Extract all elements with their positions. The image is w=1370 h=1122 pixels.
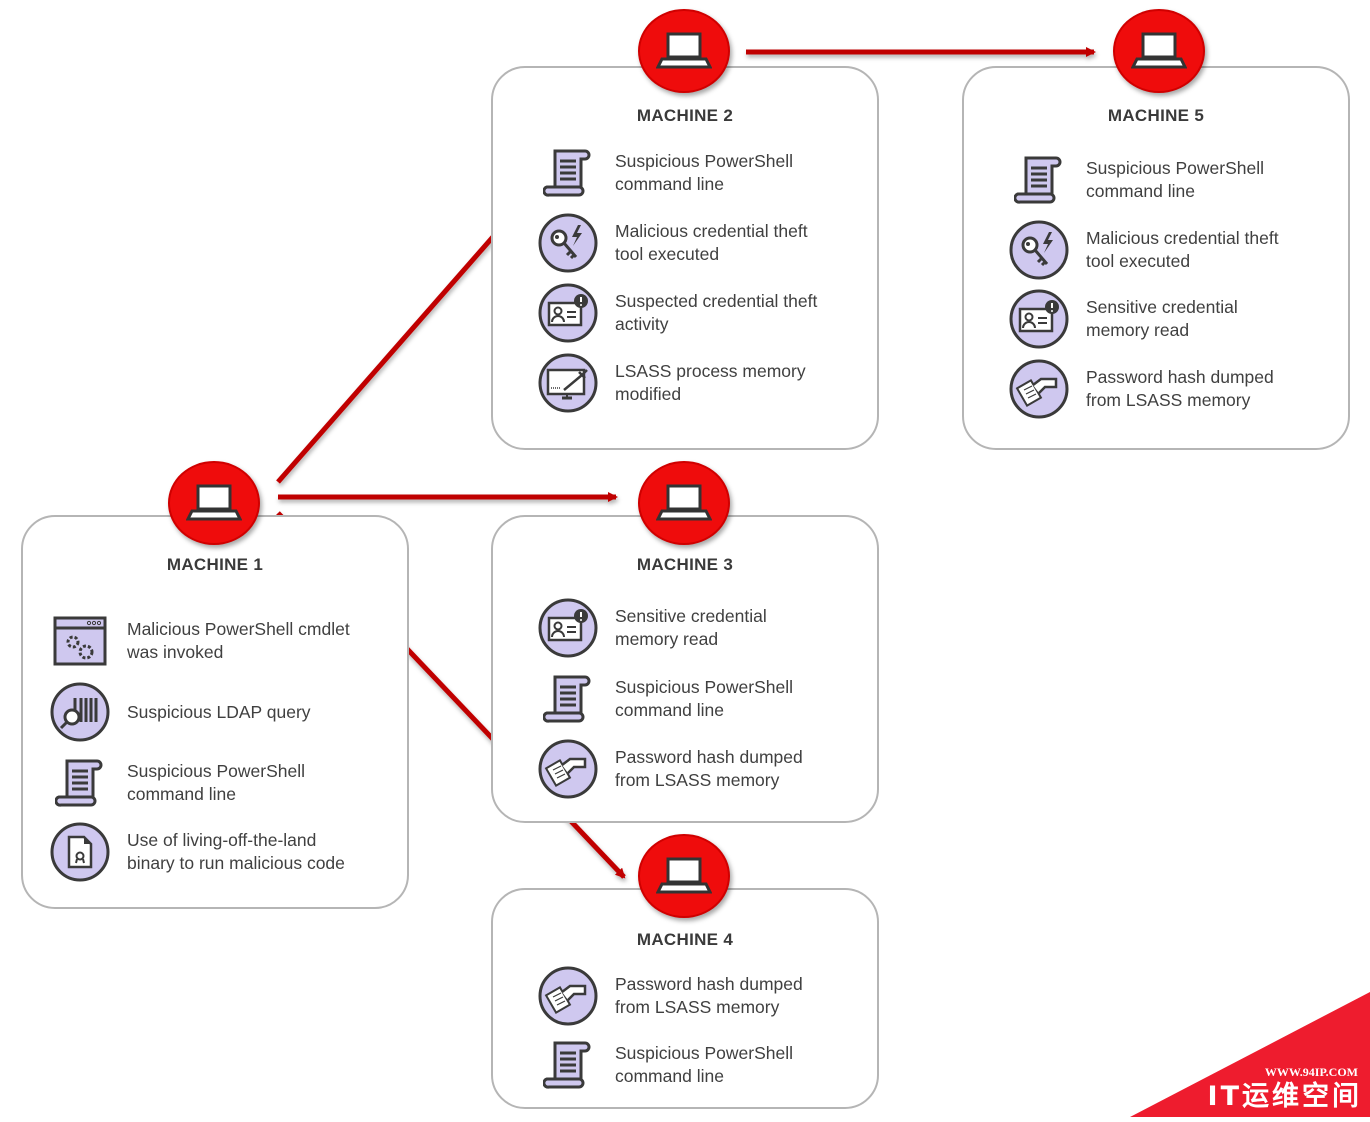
hand-document-icon [537, 738, 599, 800]
machine-title: MACHINE 4 [636, 930, 734, 949]
machine-node-5[interactable] [1113, 9, 1205, 93]
alert-text: Password hash dumped from LSASS memory [1086, 367, 1274, 410]
alert-item[interactable]: Password hash dumped from LSASS memory [537, 965, 803, 1027]
laptop-icon [186, 484, 242, 521]
machine-node-2[interactable] [638, 9, 730, 93]
machine-card-5: MACHINE 5 Suspicious PowerShell command … [962, 66, 1350, 450]
alert-text: Suspicious LDAP query [127, 701, 311, 722]
monitor-syringe-icon [537, 352, 599, 414]
alert-text: Suspected credential theft activity [615, 291, 818, 334]
machine-node-3[interactable] [638, 461, 730, 545]
machine-title: MACHINE 2 [636, 106, 734, 125]
laptop-icon [656, 857, 712, 894]
certificate-file-icon [49, 821, 111, 883]
alert-text: Suspicious PowerShell command line [615, 677, 794, 720]
machine-title: MACHINE 5 [1107, 106, 1205, 125]
key-lightning-icon [1008, 219, 1070, 281]
alert-item[interactable]: LSASS process memory modified [537, 352, 806, 414]
alert-item[interactable]: Suspicious PowerShell command line [537, 671, 793, 727]
alert-text: Use of living-off-the-land binary to run… [127, 830, 345, 873]
alert-item[interactable]: Malicious PowerShell cmdlet was invoked [49, 613, 350, 669]
alert-text: Sensitive credential memory read [615, 606, 767, 649]
id-card-alert-icon [537, 282, 599, 344]
machine-title: MACHINE 3 [636, 555, 734, 574]
browser-gears-icon [49, 610, 111, 672]
id-card-alert-icon [537, 597, 599, 659]
hand-document-icon [537, 965, 599, 1027]
alert-item[interactable]: Suspicious LDAP query [49, 681, 311, 743]
scroll-icon [1008, 149, 1070, 211]
scroll-icon [49, 752, 111, 814]
hand-document-icon [1008, 358, 1070, 420]
alert-text: Password hash dumped from LSASS memory [615, 974, 803, 1017]
laptop-icon [656, 32, 712, 69]
alert-item[interactable]: Sensitive credential memory read [537, 597, 767, 659]
key-lightning-icon [537, 212, 599, 274]
alert-text: Suspicious PowerShell command line [615, 1043, 794, 1086]
alert-item[interactable]: Password hash dumped from LSASS memory [1008, 358, 1274, 420]
alert-item[interactable]: Sensitive credential memory read [1008, 288, 1238, 350]
alert-text: Malicious credential theft tool executed [1086, 228, 1279, 271]
alert-text: Sensitive credential memory read [1086, 297, 1238, 340]
alert-item[interactable]: Malicious credential theft tool executed [537, 212, 808, 274]
machine-card-2: MACHINE 2 Suspicious PowerShell command … [491, 66, 879, 450]
alert-item[interactable]: Suspicious PowerShell command line [1008, 152, 1264, 208]
alert-item[interactable]: Suspected credential theft activity [537, 282, 818, 344]
alert-item[interactable]: Malicious credential theft tool executed [1008, 219, 1279, 281]
laptop-icon [1131, 32, 1187, 69]
alert-text: Suspicious PowerShell command line [1086, 158, 1265, 201]
alert-text: Suspicious PowerShell command line [127, 761, 306, 804]
alert-item[interactable]: Suspicious PowerShell command line [537, 1037, 793, 1093]
alert-text: Password hash dumped from LSASS memory [615, 747, 803, 790]
id-card-alert-icon [1008, 288, 1070, 350]
alert-item[interactable]: Suspicious PowerShell command line [537, 145, 793, 201]
machine-title: MACHINE 1 [166, 555, 264, 574]
machine-card-3: MACHINE 3 Sensitive credential memory re… [491, 515, 879, 823]
machine-card-1: MACHINE 1 Malicious PowerShell cmdlet wa… [21, 515, 409, 909]
scroll-icon [537, 1034, 599, 1096]
scroll-icon [537, 668, 599, 730]
machine-node-4[interactable] [638, 834, 730, 918]
barcode-search-icon [49, 681, 111, 743]
laptop-icon [656, 484, 712, 521]
machine-node-1[interactable] [168, 461, 260, 545]
alert-item[interactable]: Use of living-off-the-land binary to run… [49, 821, 345, 883]
alert-item[interactable]: Suspicious PowerShell command line [49, 755, 305, 811]
machine-card-4: MACHINE 4 Password hash dumped from LSAS… [491, 888, 879, 1109]
alert-text: Malicious PowerShell cmdlet was invoked [127, 619, 350, 662]
watermark: WWW.94IP.COM IT运维空间 [1130, 992, 1370, 1117]
watermark-name: IT运维空间 [1207, 1081, 1362, 1112]
alert-text: Malicious credential theft tool executed [615, 221, 808, 264]
alert-text: Suspicious PowerShell command line [615, 151, 794, 194]
alert-text: LSASS process memory modified [615, 361, 806, 404]
alert-item[interactable]: Password hash dumped from LSASS memory [537, 738, 803, 800]
scroll-icon [537, 142, 599, 204]
